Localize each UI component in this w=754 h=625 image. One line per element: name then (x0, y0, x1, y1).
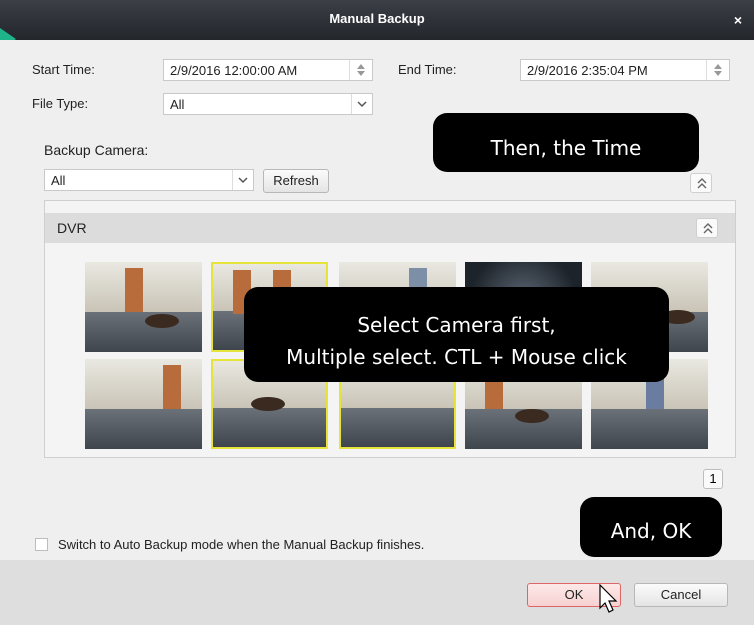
file-type-value: All (170, 97, 185, 112)
dvr-group-header[interactable]: DVR (45, 213, 735, 243)
camera-thumbnail[interactable] (85, 359, 202, 449)
end-time-label: End Time: (398, 62, 457, 77)
camera-filter-value: All (51, 173, 66, 188)
end-time-value: 2/9/2016 2:35:04 PM (527, 63, 648, 78)
cancel-button[interactable]: Cancel (634, 583, 728, 607)
dialog-footer: OK Cancel (0, 560, 754, 625)
dvr-group-label: DVR (57, 220, 87, 236)
camera-filter-select[interactable]: All (44, 169, 254, 191)
start-time-value: 2/9/2016 12:00:00 AM (170, 63, 298, 78)
spinner-icon[interactable] (706, 60, 729, 80)
file-type-label: File Type: (32, 96, 89, 111)
title-bar: Manual Backup × (0, 0, 754, 40)
camera-thumbnail[interactable] (85, 262, 202, 352)
backup-camera-label: Backup Camera: (44, 142, 149, 158)
time-callout: Then, the Time (433, 113, 699, 172)
start-time-label: Start Time: (32, 62, 95, 77)
page-number-button[interactable]: 1 (703, 469, 723, 489)
mouse-cursor-icon (599, 584, 618, 613)
chevron-down-icon[interactable] (232, 170, 253, 190)
camera-callout-line2: Multiple select. CTL + Mouse click (286, 345, 627, 369)
chevron-down-icon[interactable] (351, 94, 372, 114)
window-title: Manual Backup (329, 11, 425, 26)
chevron-double-up-icon[interactable] (696, 218, 718, 238)
auto-backup-checkbox[interactable] (35, 538, 48, 551)
camera-callout: Select Camera first, Multiple select. CT… (244, 287, 669, 382)
auto-backup-label: Switch to Auto Backup mode when the Manu… (58, 537, 425, 552)
ok-callout-text: And, OK (610, 519, 692, 543)
end-time-field[interactable]: 2/9/2016 2:35:04 PM (520, 59, 730, 81)
start-time-field[interactable]: 2/9/2016 12:00:00 AM (163, 59, 373, 81)
refresh-button[interactable]: Refresh (263, 169, 329, 193)
ok-callout: And, OK (580, 497, 722, 557)
spinner-icon[interactable] (349, 60, 372, 80)
dialog-body: Start Time: 2/9/2016 12:00:00 AM End Tim… (0, 40, 754, 625)
camera-callout-line1: Select Camera first, (357, 313, 556, 337)
file-type-select[interactable]: All (163, 93, 373, 115)
time-callout-text: Then, the Time (490, 136, 642, 160)
chevron-double-up-icon[interactable] (690, 173, 712, 193)
close-icon[interactable]: × (730, 12, 746, 28)
